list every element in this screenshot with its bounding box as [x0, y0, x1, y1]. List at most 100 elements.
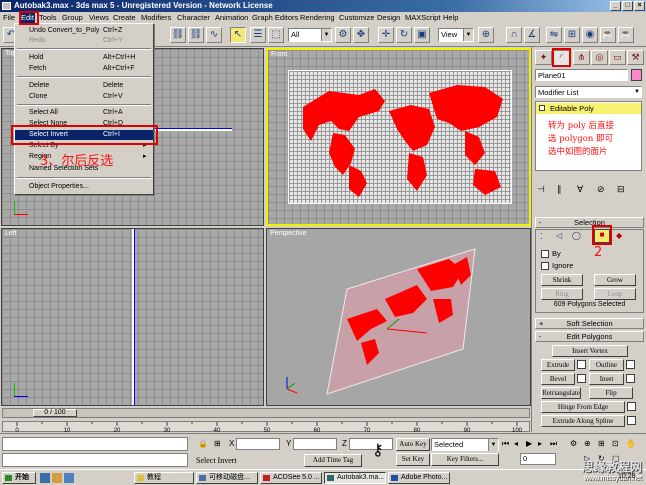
maxscript-mini-listener[interactable] — [2, 453, 188, 467]
task-button[interactable]: 可移动磁盘... — [196, 472, 258, 484]
edge-mode-icon[interactable]: ◁ — [556, 231, 562, 240]
menu-item-undo[interactable]: Undo Convert_to_Poly Ctrl+Z — [15, 26, 153, 36]
edit-polygons-rollout-header[interactable]: - Edit Polygons — [535, 331, 644, 342]
menu-rendering[interactable]: Rendering — [299, 13, 336, 23]
lock-selection-icon[interactable]: 🔒 — [198, 439, 208, 448]
menu-item-clone[interactable]: Clone Ctrl+V — [15, 92, 153, 102]
material-editor-icon[interactable]: ◉ — [582, 27, 598, 43]
menu-animation[interactable]: Animation — [214, 13, 249, 23]
pivot-center-icon[interactable]: ⊕ — [478, 27, 494, 43]
rectangle-region-icon[interactable]: ⬚ — [268, 27, 284, 43]
display-tab-icon[interactable]: ▭ — [609, 50, 626, 65]
time-config-icon[interactable]: ⚙ — [570, 439, 577, 448]
grow-button[interactable]: Grow — [594, 274, 636, 286]
select-object-icon[interactable]: ↖ — [230, 27, 246, 43]
quick-launch-icon[interactable] — [64, 473, 74, 483]
stack-expand-icon[interactable] — [539, 105, 545, 111]
maximize-button[interactable]: □ — [622, 1, 633, 11]
menu-help[interactable]: Help — [442, 13, 459, 23]
menu-item-redo[interactable]: Redo Ctrl+Y — [15, 36, 153, 46]
menu-item-hold[interactable]: Hold Alt+Ctrl+H — [15, 53, 153, 63]
menu-tools[interactable]: Tools — [38, 13, 58, 23]
play-icon[interactable]: ▶ — [526, 439, 532, 448]
render-scene-icon[interactable]: ☕ — [600, 27, 616, 43]
unlink-icon[interactable]: ⛓ — [188, 27, 204, 43]
retriangulate-button[interactable]: Retriangulate — [541, 387, 581, 399]
menu-item-select-all[interactable]: Select All Ctrl+A — [15, 108, 153, 118]
auto-key-button[interactable]: Auto Key — [396, 438, 430, 451]
viewport-label[interactable]: Front — [271, 51, 287, 58]
previous-frame-icon[interactable]: ◂ — [514, 439, 518, 448]
z-coord-field[interactable] — [349, 438, 393, 450]
reference-coordinate-dropdown[interactable]: View ▼ — [438, 28, 474, 42]
menu-group[interactable]: Group — [61, 13, 84, 23]
minimize-button[interactable]: _ — [610, 1, 621, 11]
outline-settings-icon[interactable] — [626, 360, 635, 369]
element-mode-icon[interactable]: ◆ — [616, 231, 622, 240]
align-icon[interactable]: ⊞ — [564, 27, 580, 43]
menu-item-fetch[interactable]: Fetch Alt+Ctrl+F — [15, 64, 153, 74]
insert-vertex-button[interactable]: Insert Vertex — [552, 345, 628, 357]
select-and-manipulate-icon[interactable]: ⚙ — [335, 27, 351, 43]
ring-button[interactable]: Ring — [541, 288, 583, 300]
border-mode-icon[interactable]: ◯ — [572, 231, 581, 240]
extrude-along-spline-button[interactable]: Extrude Along Spline — [541, 415, 625, 427]
scale-icon[interactable]: ▣ — [414, 27, 430, 43]
modifier-stack[interactable]: Editable Poly 转为 poly 后直接 选 polygon 即可 选… — [535, 101, 642, 171]
time-slider-track[interactable]: 0 / 100 — [2, 408, 530, 418]
hinge-from-edge-button[interactable]: Hinge From Edge — [541, 401, 625, 413]
quick-launch-icon[interactable] — [52, 473, 62, 483]
hinge-settings-icon[interactable] — [627, 402, 636, 411]
menu-maxscript[interactable]: MAXScript — [404, 13, 441, 23]
motion-tab-icon[interactable]: ◎ — [591, 50, 608, 65]
extrude-settings-icon[interactable] — [577, 360, 586, 369]
time-slider-thumb[interactable]: 0 / 100 — [33, 409, 77, 417]
task-button[interactable]: 教程 — [134, 472, 194, 484]
inset-button[interactable]: Inset — [589, 373, 624, 385]
set-key-button[interactable]: Set Key — [396, 453, 430, 466]
menu-customize[interactable]: Customize — [338, 13, 375, 23]
zoom-all-icon[interactable]: ⊞ — [598, 439, 605, 448]
create-tab-icon[interactable]: ✦ — [535, 50, 552, 65]
inset-settings-icon[interactable] — [626, 374, 635, 383]
selection-filter-dropdown[interactable]: All ▼ — [288, 28, 332, 42]
zoom-icon[interactable]: ⊕ — [584, 439, 591, 448]
vertex-mode-icon[interactable]: ⁚ — [540, 232, 543, 241]
start-button[interactable]: 开始 — [2, 472, 36, 484]
task-button[interactable]: ACDSee 5.0 ... — [260, 472, 322, 484]
quick-launch-icon[interactable] — [40, 473, 50, 483]
menu-character[interactable]: Character — [176, 13, 211, 23]
add-time-tag-button[interactable]: Add Time Tag — [304, 454, 362, 467]
select-by-name-icon[interactable]: ☰ — [250, 27, 266, 43]
key-filters-button[interactable]: Key Filters... — [431, 453, 499, 466]
y-coord-field[interactable] — [293, 438, 337, 450]
rotate-icon[interactable]: ↻ — [396, 27, 412, 43]
next-frame-icon[interactable]: ▸ — [538, 439, 542, 448]
by-vertex-checkbox[interactable] — [541, 250, 549, 258]
configure-sets-icon[interactable]: ⊟ — [617, 184, 625, 195]
loop-button[interactable]: Loop — [594, 288, 636, 300]
ignore-backfacing-checkbox[interactable] — [541, 262, 549, 270]
pan-icon[interactable]: ✋ — [626, 439, 636, 448]
extrude-spline-settings-icon[interactable] — [627, 416, 636, 425]
x-coord-field[interactable] — [236, 438, 280, 450]
go-to-start-icon[interactable]: ⏮ — [502, 439, 509, 449]
close-button[interactable]: × — [634, 1, 645, 11]
viewport-perspective[interactable]: Perspective — [266, 228, 531, 406]
task-button[interactable]: Autobak3.ma... — [324, 472, 386, 484]
object-color-swatch[interactable] — [631, 69, 642, 81]
current-frame-field[interactable]: 0 — [520, 453, 556, 465]
menu-graph-editors[interactable]: Graph Editors — [251, 13, 299, 23]
maxscript-listener[interactable] — [2, 437, 188, 451]
bevel-button[interactable]: Bevel — [541, 373, 575, 385]
menu-create[interactable]: Create — [112, 13, 137, 23]
flip-button[interactable]: Flip — [589, 387, 633, 399]
viewport-left[interactable]: Left — [1, 228, 264, 406]
menu-views[interactable]: Views — [88, 13, 110, 23]
menu-item-delete[interactable]: Delete Delete — [15, 81, 153, 91]
track-bar[interactable]: 0 10 20 30 40 50 60 70 80 90 100 — [2, 421, 530, 432]
selection-rollout-header[interactable]: - Selection — [535, 217, 644, 228]
link-icon[interactable]: ⛓ — [170, 27, 186, 43]
mirror-icon[interactable]: ⇋ — [546, 27, 562, 43]
bind-space-warp-icon[interactable]: ∿ — [206, 27, 222, 43]
